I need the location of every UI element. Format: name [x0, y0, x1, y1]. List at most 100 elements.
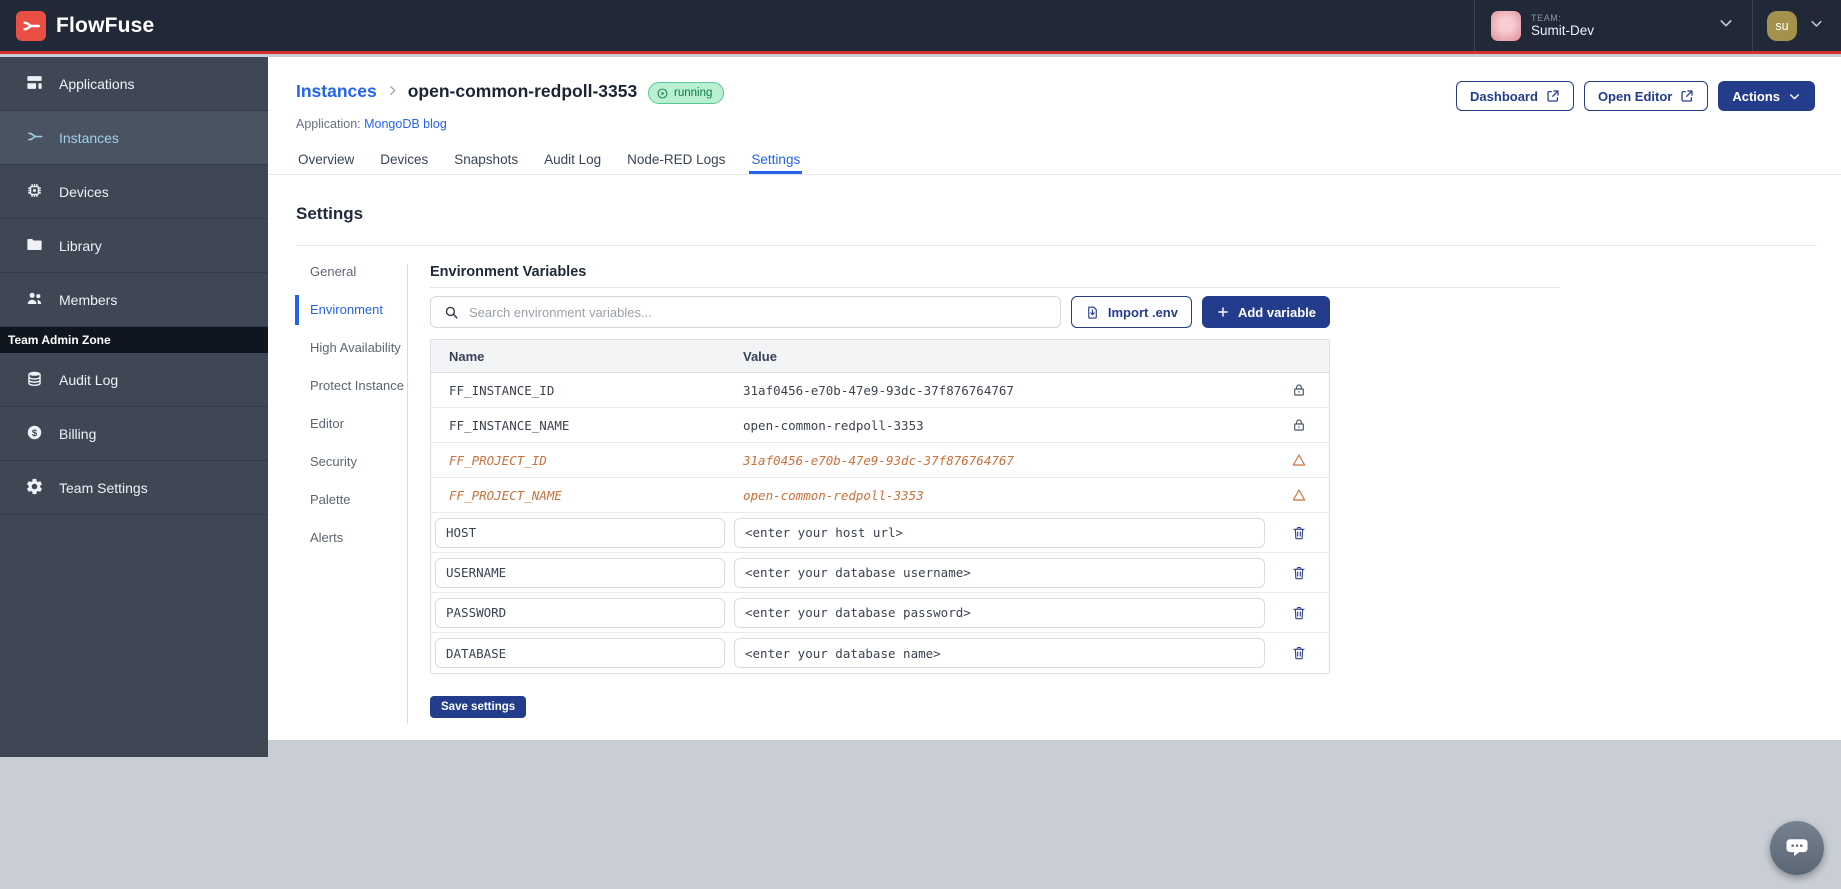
running-status-icon — [656, 87, 669, 100]
env-var-name-input[interactable] — [435, 638, 725, 668]
devices-icon — [25, 181, 44, 203]
main-panel: Instances open-common-redpoll-3353 runni… — [268, 57, 1841, 740]
sidebar-item-instances[interactable]: Instances — [0, 111, 268, 165]
sidebar-item-label: Applications — [59, 75, 135, 92]
settings-divider — [296, 245, 1817, 246]
instance-tabs: Overview Devices Snapshots Audit Log Nod… — [298, 146, 802, 174]
subnav-item-environment[interactable]: Environment — [295, 295, 406, 325]
tab-settings[interactable]: Settings — [749, 146, 802, 174]
environment-section: Environment Variables Import .env Add va… — [430, 264, 1560, 718]
applications-icon — [25, 73, 44, 95]
import-env-button[interactable]: Import .env — [1070, 296, 1192, 328]
subnav-item-alerts[interactable]: Alerts — [310, 530, 406, 546]
env-variables-table: Name Value FF_INSTANCE_ID 31af0456-e70b-… — [430, 339, 1330, 674]
sidebar-item-applications[interactable]: Applications — [0, 57, 268, 111]
env-var-value-input[interactable] — [734, 597, 1265, 628]
flowfuse-logo-icon — [16, 10, 46, 41]
env-var-value: open-common-redpoll-3353 — [743, 487, 924, 503]
add-variable-button[interactable]: Add variable — [1201, 296, 1330, 328]
chevron-right-icon — [386, 81, 399, 102]
search-box — [430, 296, 1061, 328]
tab-node-red-logs[interactable]: Node-RED Logs — [627, 146, 725, 174]
sidebar-item-library[interactable]: Library — [0, 219, 268, 273]
application-link[interactable]: MongoDB blog — [364, 117, 447, 131]
column-header-value: Value — [743, 348, 777, 364]
env-var-value-input[interactable] — [734, 638, 1265, 668]
team-selector[interactable]: TEAM: Sumit-Dev — [1475, 0, 1752, 51]
save-settings-button[interactable]: Save settings — [430, 696, 527, 718]
search-input[interactable] — [469, 304, 1048, 320]
sidebar-item-devices[interactable]: Devices — [0, 165, 268, 219]
environment-divider — [430, 287, 1560, 288]
env-var-name: FF_PROJECT_ID — [449, 452, 547, 468]
library-icon — [25, 235, 44, 257]
status-text: running — [674, 87, 713, 99]
flowfuse-logo[interactable]: FlowFuse — [0, 10, 155, 41]
subnav-item-palette[interactable]: Palette — [310, 492, 406, 508]
env-var-name: FF_INSTANCE_ID — [449, 382, 555, 398]
audit-log-icon — [25, 369, 44, 391]
sidebar-item-members[interactable]: Members — [0, 273, 268, 327]
open-editor-button-label: Open Editor — [1597, 88, 1673, 104]
open-editor-button[interactable]: Open Editor — [1583, 81, 1709, 111]
table-header: Name Value — [431, 340, 1329, 373]
import-file-icon — [1085, 305, 1100, 320]
add-variable-label: Add variable — [1237, 304, 1316, 320]
table-row — [431, 593, 1329, 633]
svg-text:$: $ — [32, 427, 38, 438]
sidebar-item-audit-log[interactable]: Audit Log — [0, 353, 268, 407]
env-var-value-input[interactable] — [734, 517, 1265, 548]
tabs-divider — [268, 174, 1841, 175]
table-row: FF_INSTANCE_NAME open-common-redpoll-335… — [431, 408, 1329, 443]
lock-icon — [1269, 382, 1329, 398]
warning-icon — [1269, 487, 1329, 503]
env-var-value-input[interactable] — [734, 557, 1265, 588]
subnav-divider — [407, 264, 408, 724]
table-row — [431, 553, 1329, 593]
subnav-item-protect-instance[interactable]: Protect Instance — [310, 378, 406, 394]
chat-launcher[interactable] — [1770, 821, 1824, 875]
dashboard-button-label: Dashboard — [1470, 88, 1538, 104]
chevron-down-icon — [1788, 90, 1801, 103]
tab-overview[interactable]: Overview — [298, 146, 354, 174]
sidebar-item-billing[interactable]: $ Billing — [0, 407, 268, 461]
subnav-item-editor[interactable]: Editor — [310, 416, 406, 432]
env-var-name-input[interactable] — [435, 597, 725, 628]
env-var-name-input[interactable] — [435, 517, 725, 548]
chevron-down-icon — [1809, 16, 1824, 36]
breadcrumb-instances-link[interactable]: Instances — [296, 81, 377, 102]
delete-variable-button[interactable] — [1289, 603, 1309, 623]
sidebar-item-label: Devices — [59, 183, 109, 200]
delete-variable-button[interactable] — [1289, 643, 1309, 663]
dashboard-button[interactable]: Dashboard — [1456, 81, 1574, 111]
tab-snapshots[interactable]: Snapshots — [454, 146, 518, 174]
table-row — [431, 513, 1329, 553]
table-row: FF_INSTANCE_ID 31af0456-e70b-47e9-93dc-3… — [431, 373, 1329, 408]
subnav-item-high-availability[interactable]: High Availability — [310, 340, 406, 356]
subnav-item-general[interactable]: General — [310, 264, 406, 280]
sidebar-item-team-settings[interactable]: Team Settings — [0, 461, 268, 515]
tab-devices[interactable]: Devices — [380, 146, 428, 174]
external-link-icon — [1680, 89, 1694, 103]
user-avatar: su — [1767, 10, 1797, 41]
warning-icon — [1269, 452, 1329, 468]
sidebar-item-label: Members — [59, 291, 118, 308]
navbar-right: TEAM: Sumit-Dev su — [1474, 0, 1841, 51]
breadcrumb: Instances open-common-redpoll-3353 — [296, 81, 637, 102]
sidebar-item-label: Team Settings — [59, 479, 148, 496]
page-title: open-common-redpoll-3353 — [407, 81, 638, 101]
tab-audit-log[interactable]: Audit Log — [544, 146, 601, 174]
actions-button[interactable]: Actions — [1718, 81, 1815, 111]
sidebar-item-label: Billing — [59, 425, 97, 442]
subnav-item-security[interactable]: Security — [310, 454, 406, 470]
chat-bubble-icon — [1783, 834, 1811, 862]
brand-name: FlowFuse — [56, 13, 155, 37]
gear-icon — [25, 477, 44, 499]
env-var-name: FF_INSTANCE_NAME — [449, 417, 570, 433]
delete-variable-button[interactable] — [1289, 523, 1309, 543]
env-var-name-input[interactable] — [435, 557, 725, 588]
app-root: { "navbar": { "brand": "FlowFuse", "team… — [0, 0, 1841, 889]
user-menu[interactable]: su — [1753, 0, 1841, 51]
delete-variable-button[interactable] — [1289, 563, 1309, 583]
search-icon — [443, 304, 460, 321]
